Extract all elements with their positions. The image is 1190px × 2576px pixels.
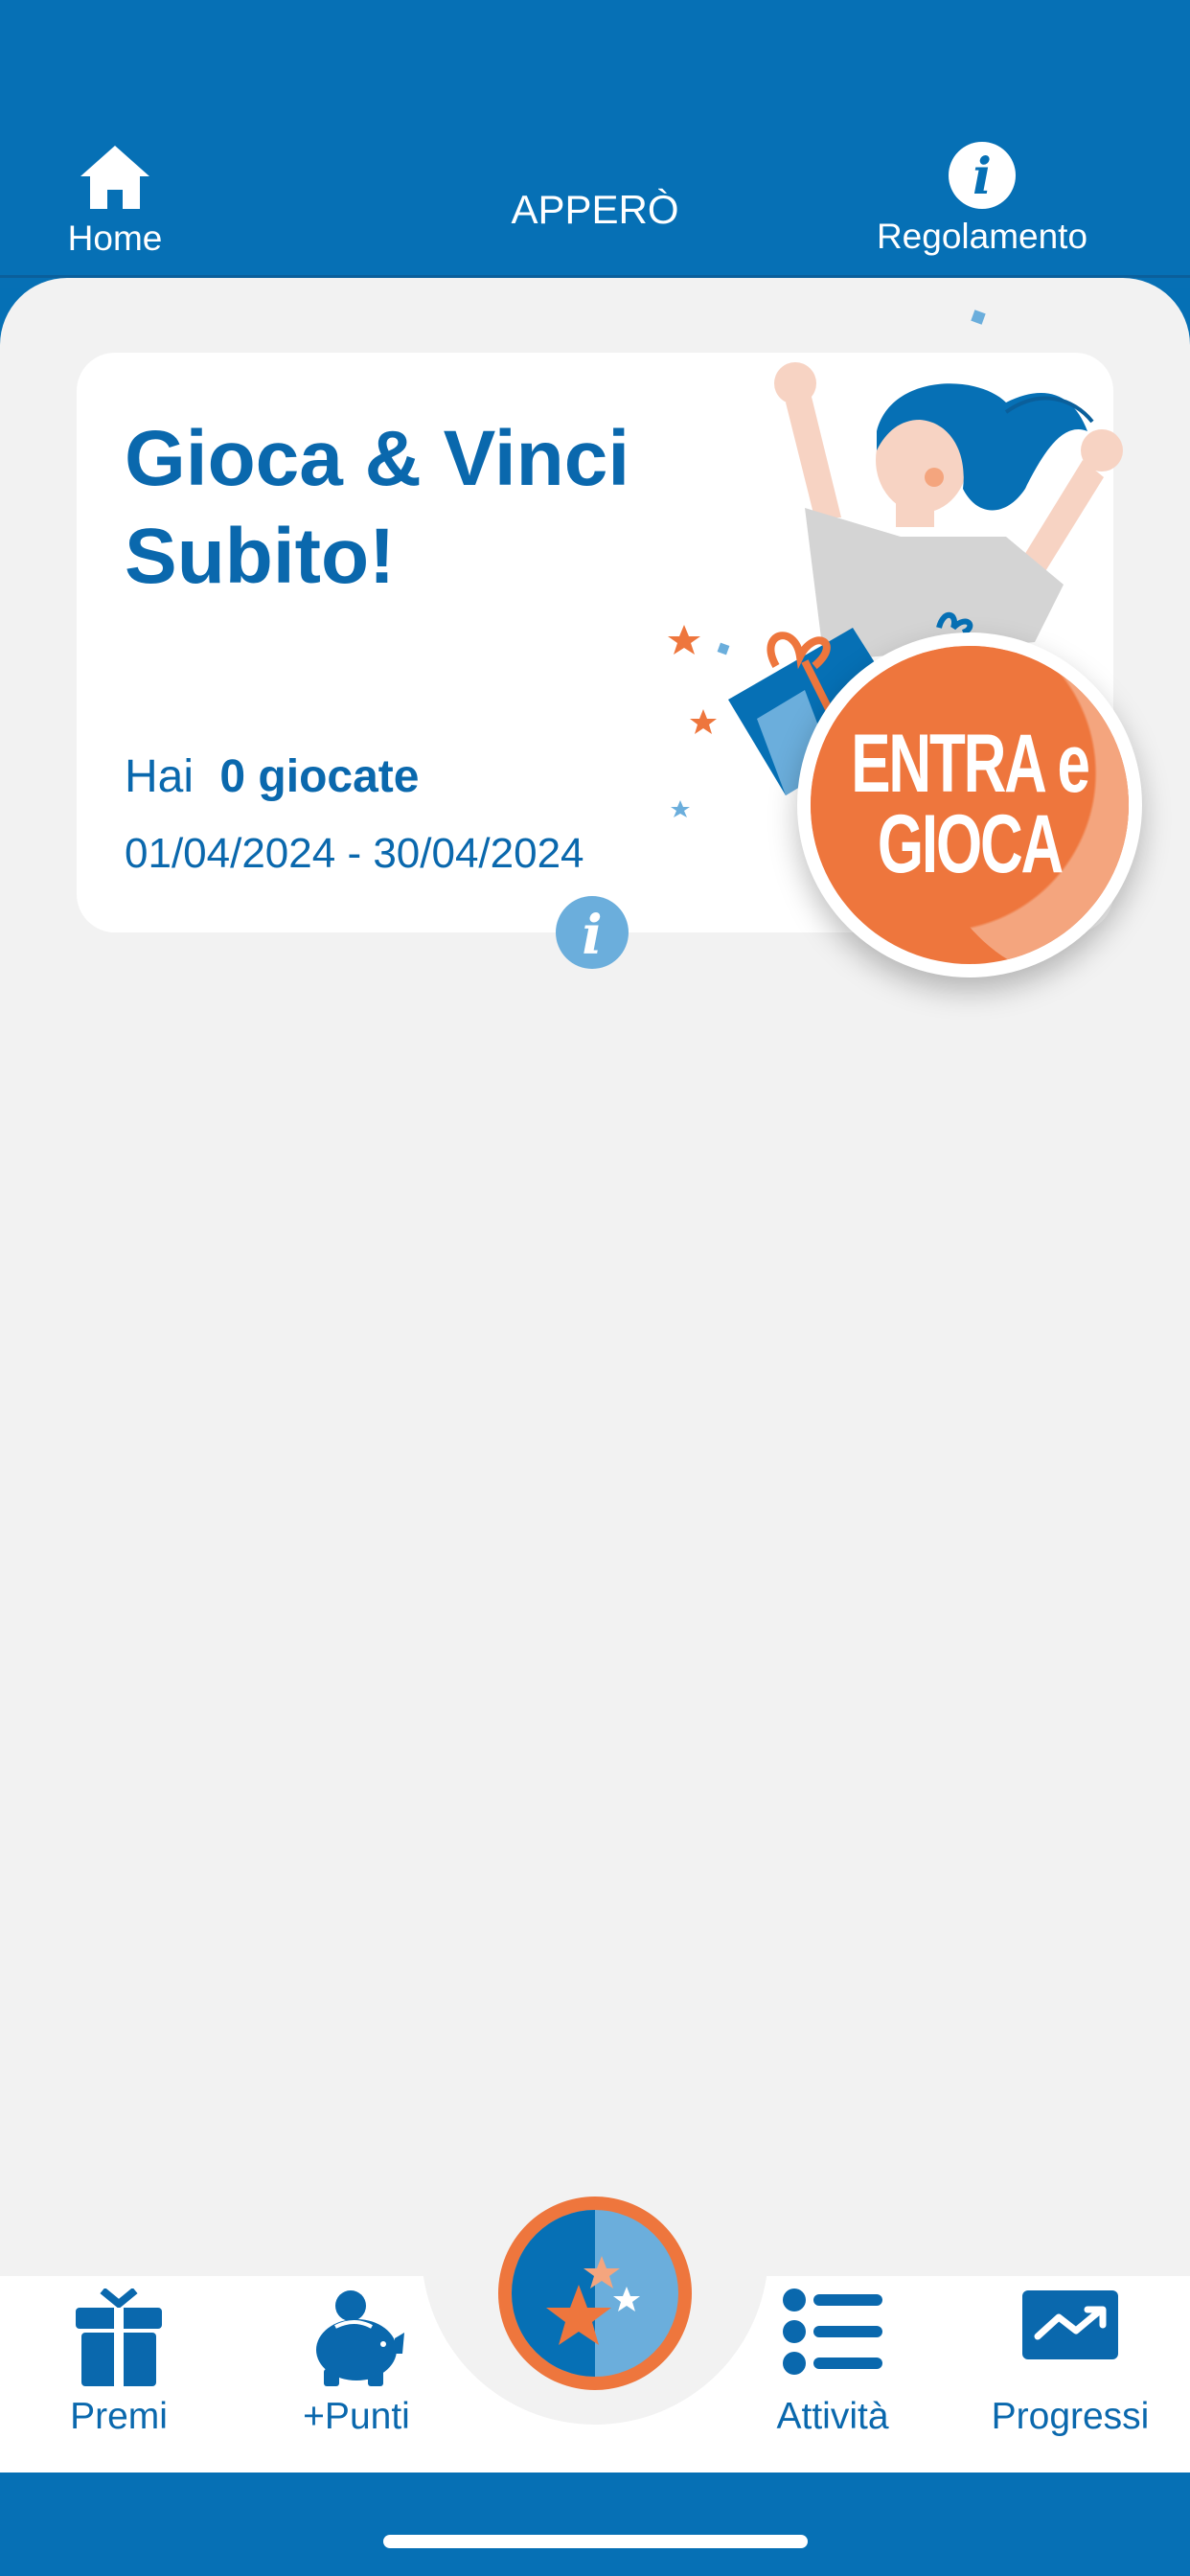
info-icon: i — [949, 142, 1016, 209]
piggy-bank-icon — [316, 2290, 404, 2386]
tab-punti[interactable]: +Punti — [261, 2288, 452, 2438]
tab-premi[interactable]: Premi — [23, 2288, 215, 2438]
bottom-safe-area — [0, 2472, 1190, 2576]
rules-label: Regolamento — [876, 217, 1088, 256]
hand — [1081, 429, 1123, 472]
gift-icon — [76, 2288, 162, 2388]
plays-count: Hai 0 giocate — [125, 750, 419, 803]
tab-label-progressi: Progressi — [991, 2396, 1150, 2437]
confetti-star — [671, 800, 690, 817]
rules-nav-button[interactable]: i Regolamento — [853, 142, 1111, 257]
card-title: Gioca & Vinci Subito! — [125, 415, 630, 600]
cheek — [925, 468, 944, 487]
tab-progressi[interactable]: Progressi — [974, 2288, 1166, 2438]
top-header: Home APPERÒ i Regolamento — [0, 0, 1190, 288]
tab-attivita[interactable]: Attività — [737, 2288, 928, 2438]
stars-icon — [512, 2210, 678, 2377]
confetti — [717, 642, 730, 656]
plays-value: 0 giocate — [219, 751, 420, 802]
card-info-icon[interactable]: i — [556, 896, 629, 969]
tab-label-premi: Premi — [70, 2396, 168, 2437]
confetti-star — [668, 625, 700, 655]
plays-prefix: Hai — [125, 751, 195, 802]
center-game-button[interactable] — [498, 2196, 692, 2390]
list-icon — [783, 2288, 882, 2375]
arm — [786, 393, 841, 518]
enter-and-play-button[interactable]: ENTRA e GIOCA — [797, 632, 1142, 978]
play-button-label: ENTRA e GIOCA — [851, 718, 1090, 890]
tab-label-punti: +Punti — [303, 2396, 410, 2437]
trend-chart-icon — [1022, 2290, 1118, 2359]
home-indicator[interactable] — [383, 2535, 808, 2548]
confetti — [971, 310, 986, 325]
date-range: 01/04/2024 - 30/04/2024 — [125, 830, 584, 877]
confetti-star — [690, 709, 717, 734]
tab-label-attivita: Attività — [776, 2396, 889, 2437]
hand — [774, 362, 816, 404]
